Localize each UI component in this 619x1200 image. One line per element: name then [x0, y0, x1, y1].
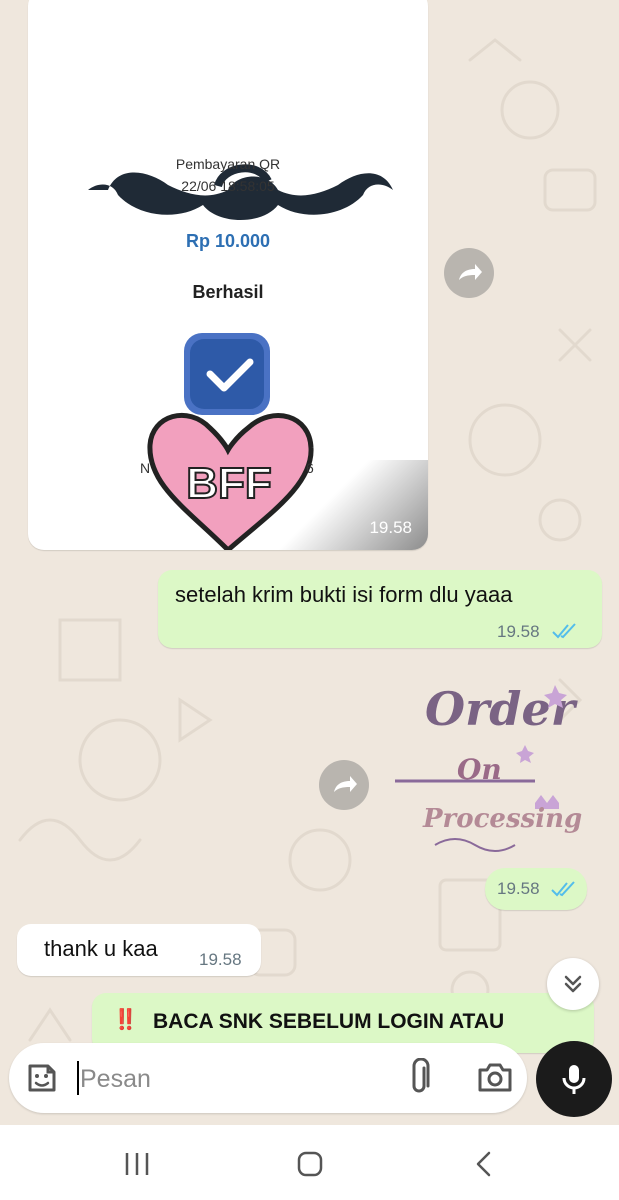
- system-nav-bar: [0, 1125, 619, 1200]
- attach-icon: [412, 1057, 430, 1093]
- sticker-line2: On: [457, 753, 502, 786]
- receipt-title: Pembayaran QR: [175, 156, 281, 172]
- receipt-datetime: 22/06 18:58:05: [181, 178, 275, 194]
- sticker-graphic: Order On Processing: [395, 682, 582, 852]
- message-text: setelah krim bukti isi form dlu yaaa: [175, 582, 513, 607]
- receipt-status: Berhasil: [192, 282, 264, 302]
- back-icon[interactable]: [472, 1150, 496, 1178]
- forward-icon: [459, 264, 482, 280]
- incoming-message[interactable]: thank u kaa 19.58: [17, 924, 261, 976]
- sticker-button[interactable]: [24, 1060, 60, 1101]
- receipt-amount: Rp 10.000: [185, 231, 271, 251]
- message-time: 19.58: [369, 518, 412, 537]
- message-text: thank u kaa: [44, 936, 158, 961]
- banner-text: BACA SNK SEBELUM LOGIN ATAU: [153, 1010, 505, 1033]
- camera-icon: [478, 1063, 512, 1092]
- chat-screen: BFF Pembayaran QR 22/06 18:58:05 Rp 10.0…: [0, 0, 619, 1200]
- bff-sticker-text: BFF: [186, 459, 272, 508]
- message-time: 19.58: [497, 622, 540, 641]
- double-exclamation-icon: ‼️: [113, 1009, 138, 1031]
- camera-button[interactable]: [476, 1060, 514, 1101]
- receipt-partial-left: N: [140, 460, 151, 476]
- message-input[interactable]: [78, 1058, 382, 1100]
- order-processing-sticker[interactable]: Order On Processing: [395, 675, 595, 855]
- outgoing-message[interactable]: setelah krim bukti isi form dlu yaaa 19.…: [158, 570, 602, 648]
- sticker-time-pill: 19.58: [485, 868, 587, 910]
- mic-button[interactable]: [536, 1041, 612, 1117]
- forward-icon: [334, 776, 357, 792]
- image-message[interactable]: BFF Pembayaran QR 22/06 18:58:05 Rp 10.0…: [28, 0, 428, 550]
- recents-icon[interactable]: [122, 1151, 152, 1177]
- chevron-double-down-icon: [564, 975, 582, 993]
- home-icon[interactable]: [296, 1150, 324, 1178]
- read-ticks-icon: [551, 881, 575, 897]
- forward-button[interactable]: [444, 248, 494, 298]
- message-time: 19.58: [497, 879, 540, 898]
- attach-button[interactable]: [404, 1057, 434, 1103]
- forward-button[interactable]: [319, 760, 369, 810]
- mic-icon: [562, 1065, 586, 1094]
- text-cursor: [77, 1061, 79, 1095]
- scroll-to-bottom-button[interactable]: [547, 958, 599, 1010]
- sticker-icon: [28, 1064, 56, 1092]
- read-ticks-icon: [552, 623, 576, 639]
- message-time: 19.58: [199, 950, 242, 969]
- sticker-line3: Processing: [422, 804, 582, 834]
